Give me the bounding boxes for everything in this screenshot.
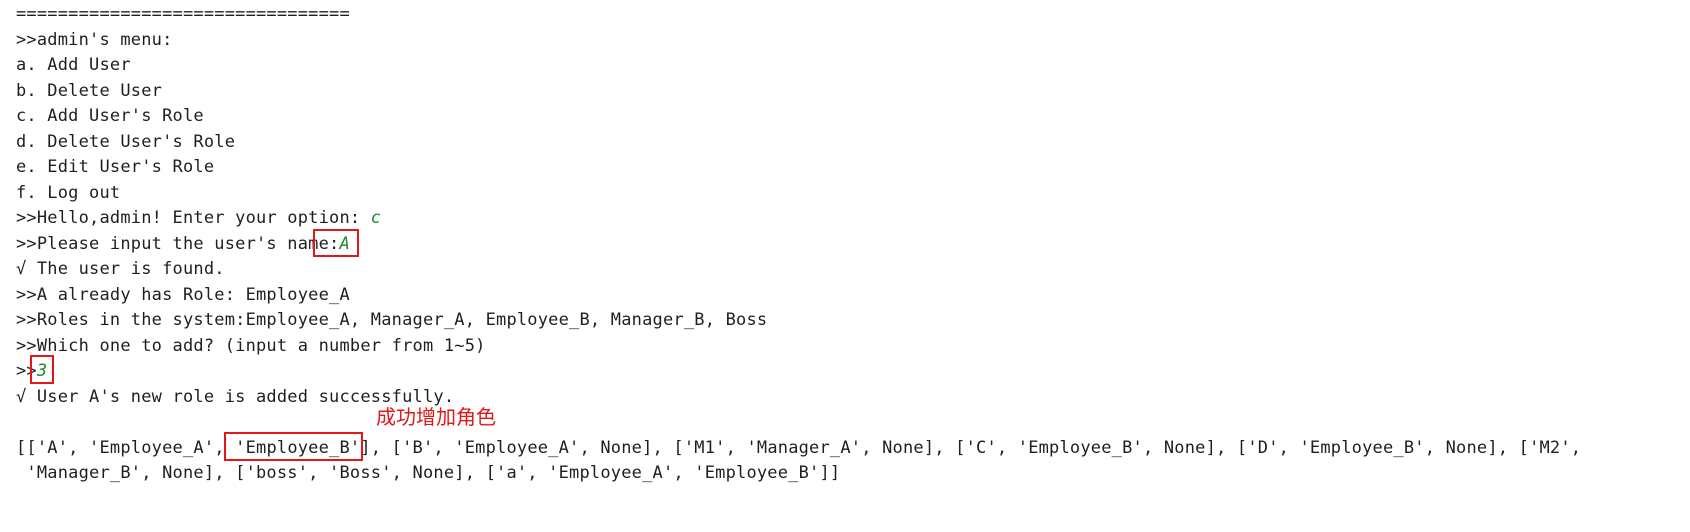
name-prompt: >>Please input the user's name: (16, 234, 340, 254)
menu-item-logout: f. Log out (16, 183, 121, 203)
annotation-text: 成功增加角色 (376, 405, 496, 429)
data-line-1-start: [['A', 'Employee_A', (16, 438, 236, 458)
option-input[interactable]: c (371, 208, 381, 228)
console-output: ================================ >>admin… (0, 0, 1690, 532)
menu-item-add-user: a. Add User (16, 55, 131, 75)
system-roles-message: >>Roles in the system:Employee_A, Manage… (16, 310, 768, 330)
menu-item-delete-user: b. Delete User (16, 81, 163, 101)
name-prompt-line: >>Please input the user's name:A (16, 234, 350, 254)
name-input-highlight (313, 229, 359, 257)
menu-item-add-role: c. Add User's Role (16, 106, 204, 126)
new-role-highlight (224, 432, 363, 461)
option-prompt: >>Hello,admin! Enter your option: (16, 208, 371, 228)
data-line-2: 'Manager_B', None], ['boss', 'Boss', Non… (16, 463, 841, 483)
which-role-message: >>Which one to add? (input a number from… (16, 336, 486, 356)
existing-role-message: >>A already has Role: Employee_A (16, 285, 350, 305)
user-found-message: √ The user is found. (16, 259, 225, 279)
number-input-highlight (30, 355, 54, 384)
menu-item-delete-role: d. Delete User's Role (16, 132, 236, 152)
separator-line: ================================ (16, 4, 350, 24)
option-prompt-line: >>Hello,admin! Enter your option: c (16, 208, 381, 228)
menu-item-edit-role: e. Edit User's Role (16, 157, 215, 177)
menu-title: >>admin's menu: (16, 30, 173, 50)
data-line-1-rest: ], ['B', 'Employee_A', None], ['M1', 'Ma… (360, 438, 1582, 458)
